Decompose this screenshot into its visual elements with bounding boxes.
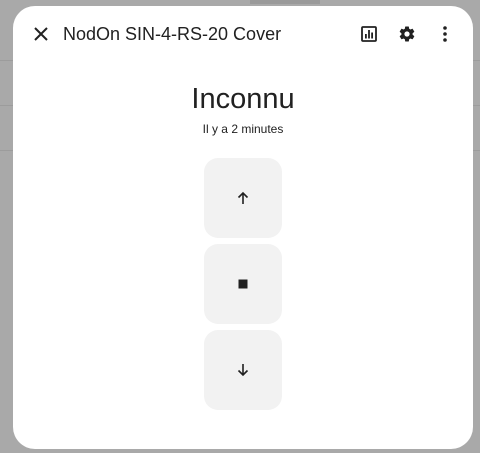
background-text-fragment bbox=[250, 0, 320, 4]
history-button[interactable] bbox=[351, 16, 387, 52]
arrow-down-icon bbox=[237, 364, 249, 377]
cover-controls bbox=[204, 158, 282, 416]
close-icon bbox=[34, 27, 48, 41]
settings-button[interactable] bbox=[389, 16, 425, 52]
more-options-button[interactable] bbox=[427, 16, 463, 52]
chart-box-icon bbox=[361, 26, 377, 42]
close-cover-button[interactable] bbox=[204, 330, 282, 410]
more-info-dialog: NodOn SIN-4-RS-20 Cover Inconnu Il y a 2… bbox=[13, 6, 473, 449]
open-cover-button[interactable] bbox=[204, 158, 282, 238]
dialog-header: NodOn SIN-4-RS-20 Cover bbox=[13, 6, 473, 62]
dialog-title: NodOn SIN-4-RS-20 Cover bbox=[63, 24, 282, 44]
stop-square-icon bbox=[238, 279, 248, 289]
gear-icon bbox=[399, 26, 415, 42]
close-button[interactable] bbox=[23, 16, 59, 52]
stop-cover-button[interactable] bbox=[204, 244, 282, 324]
last-changed-time: Il y a 2 minutes bbox=[202, 122, 284, 136]
cover-state: Inconnu bbox=[191, 83, 295, 115]
arrow-up-icon bbox=[237, 191, 249, 204]
more-vertical-icon bbox=[443, 26, 447, 42]
